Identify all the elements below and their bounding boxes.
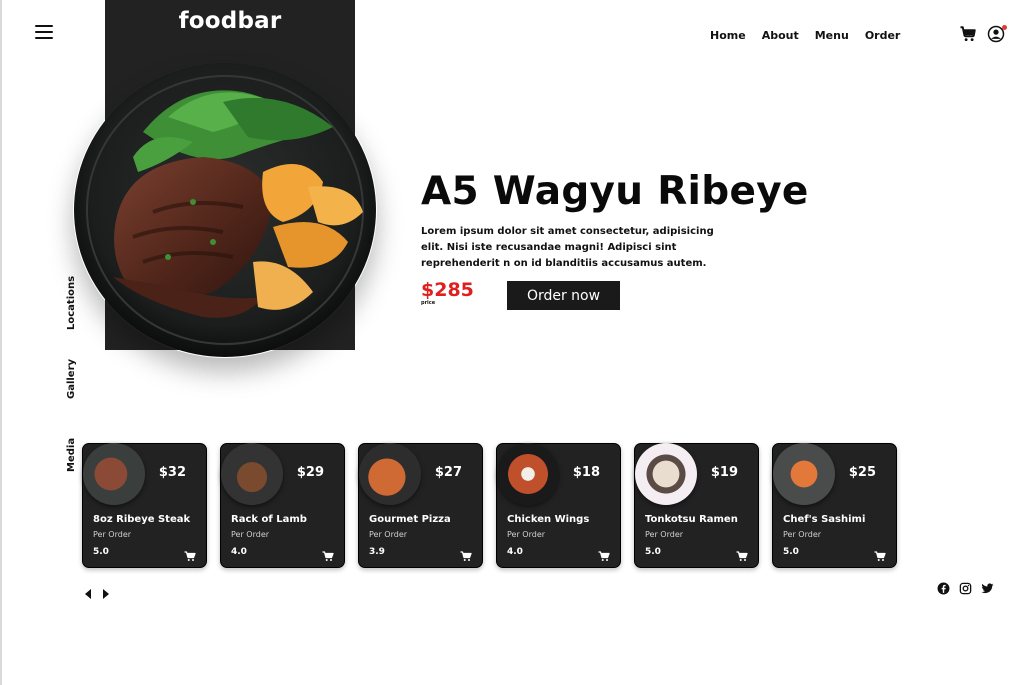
card-price: $18: [572, 465, 600, 480]
hero-price-block: $285 price: [421, 280, 474, 306]
menu-card-list: $32 8oz Ribeye Steak Per Order 5.0 $29 R…: [82, 443, 897, 568]
card-rating: 3.9: [369, 547, 385, 557]
card-name: Chicken Wings: [507, 514, 590, 525]
card-price: $32: [158, 465, 186, 480]
card-subtitle: Per Order: [369, 530, 408, 539]
hero-title: A5 Wagyu Ribeye: [421, 169, 809, 214]
add-to-cart-icon[interactable]: [736, 547, 748, 561]
hero-price: $285: [421, 279, 474, 301]
order-now-button[interactable]: Order now: [507, 281, 620, 310]
add-to-cart-icon[interactable]: [874, 547, 886, 561]
add-to-cart-icon[interactable]: [598, 547, 610, 561]
card-name: Chef's Sashimi: [783, 514, 866, 525]
social-links: [937, 580, 994, 595]
card-price: $27: [434, 465, 462, 480]
brand-logo[interactable]: foodbar: [105, 8, 355, 34]
card-rating: 5.0: [645, 547, 661, 557]
card-dish-image: [221, 443, 283, 505]
card-rating: 5.0: [783, 547, 799, 557]
notification-dot: [1002, 25, 1007, 30]
hero-dish-image: [73, 62, 377, 358]
card-name: Rack of Lamb: [231, 514, 307, 525]
card-rating: 4.0: [231, 547, 247, 557]
card-name: Gourmet Pizza: [369, 514, 451, 525]
menu-card[interactable]: $25 Chef's Sashimi Per Order 5.0: [772, 443, 897, 568]
hamburger-icon[interactable]: [35, 25, 53, 41]
card-subtitle: Per Order: [93, 530, 132, 539]
instagram-icon[interactable]: [959, 580, 972, 595]
nav-order[interactable]: Order: [865, 29, 901, 42]
hero-description: Lorem ipsum dolor sit amet consectetur, …: [421, 226, 714, 269]
card-subtitle: Per Order: [231, 530, 270, 539]
card-name: 8oz Ribeye Steak: [93, 514, 191, 525]
header-actions: [959, 25, 1007, 43]
arrow-left-icon[interactable]: [84, 584, 92, 599]
card-price: $25: [848, 465, 876, 480]
carousel-controls: [84, 584, 110, 599]
arrow-right-icon[interactable]: [102, 584, 110, 599]
card-dish-image: [359, 443, 421, 505]
card-subtitle: Per Order: [645, 530, 684, 539]
side-nav-media[interactable]: Media: [66, 438, 77, 472]
facebook-icon[interactable]: [937, 580, 950, 595]
card-rating: 4.0: [507, 547, 523, 557]
twitter-icon[interactable]: [981, 580, 994, 594]
add-to-cart-icon[interactable]: [322, 547, 334, 561]
card-subtitle: Per Order: [783, 530, 822, 539]
main-nav: Home About Menu Order: [710, 29, 900, 42]
card-dish-image: [635, 443, 697, 505]
menu-card[interactable]: $27 Gourmet Pizza Per Order 3.9: [358, 443, 483, 568]
menu-card[interactable]: $32 8oz Ribeye Steak Per Order 5.0: [82, 443, 207, 568]
menu-card[interactable]: $19 Tonkotsu Ramen Per Order 5.0: [634, 443, 759, 568]
cart-icon[interactable]: [959, 25, 977, 43]
card-dish-image: [773, 443, 835, 505]
card-dish-image: [83, 443, 145, 505]
card-rating: 5.0: [93, 547, 109, 557]
card-name: Tonkotsu Ramen: [645, 514, 738, 525]
nav-about[interactable]: About: [762, 29, 799, 42]
side-nav-gallery[interactable]: Gallery: [66, 359, 77, 399]
card-price: $29: [296, 465, 324, 480]
add-to-cart-icon[interactable]: [184, 547, 196, 561]
user-icon[interactable]: [987, 25, 1007, 43]
card-subtitle: Per Order: [507, 530, 546, 539]
add-to-cart-icon[interactable]: [460, 547, 472, 561]
side-nav-locations[interactable]: Locations: [66, 276, 77, 330]
card-price: $19: [710, 465, 738, 480]
menu-card[interactable]: $18 Chicken Wings Per Order 4.0: [496, 443, 621, 568]
page-left-border: [0, 0, 2, 685]
nav-menu[interactable]: Menu: [815, 29, 849, 42]
nav-home[interactable]: Home: [710, 29, 746, 42]
menu-card[interactable]: $29 Rack of Lamb Per Order 4.0: [220, 443, 345, 568]
card-dish-image: [497, 443, 559, 505]
